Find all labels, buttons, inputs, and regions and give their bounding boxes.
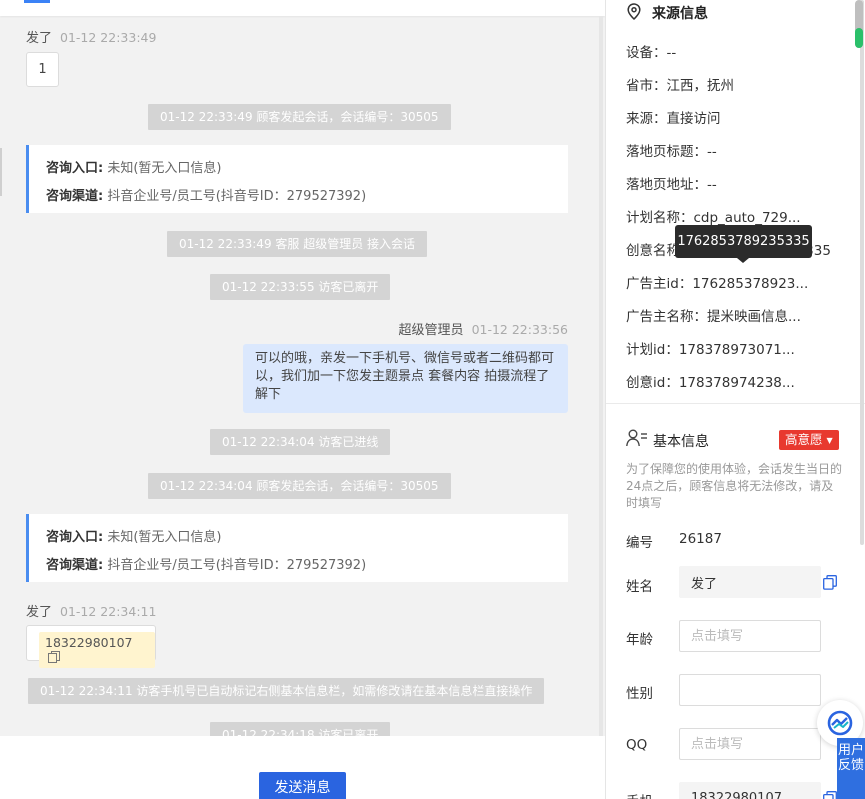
creative-name-tooltip: 1762853789235335 xyxy=(675,225,812,258)
chat-scrollbar[interactable] xyxy=(599,16,603,736)
age-field[interactable] xyxy=(679,620,821,652)
message-text: 1 xyxy=(38,62,47,77)
source-landing-title: 落地页标题：-- xyxy=(626,144,717,160)
message-sender: 超级管理员 01-12 22:33:56 xyxy=(399,319,568,338)
source-plan-id[interactable]: 计划id：178378973071... xyxy=(626,338,795,358)
consult-entry-value: 未知(暂无入口信息) xyxy=(107,161,222,176)
message-sender: 发了 01-12 22:33:49 xyxy=(26,27,156,46)
user-info-icon xyxy=(626,429,647,447)
message-text: 可以的哦，亲发一下手机号、微信号或者二维码都可以，我们加一下您发主题景点 套餐内… xyxy=(255,351,555,402)
section-divider xyxy=(606,403,865,404)
phone-label: 手机 xyxy=(626,790,653,799)
left-edge-marker xyxy=(0,148,2,196)
visitor-message-bubble: 1 xyxy=(26,52,59,87)
copy-icon[interactable] xyxy=(48,651,60,663)
phone-number-chip[interactable]: 18322980107 xyxy=(39,632,155,668)
phone-field[interactable] xyxy=(679,782,821,799)
source-info-title: 来源信息 xyxy=(652,6,708,22)
message-sender: 发了 01-12 22:34:11 xyxy=(26,601,156,620)
consult-channel-label: 咨询渠道: xyxy=(46,189,104,204)
qq-label: QQ xyxy=(626,737,648,753)
consult-entry-value: 未知(暂无入口信息) xyxy=(107,530,222,545)
chat-tab-bar xyxy=(0,0,605,16)
intent-level-badge[interactable]: 高意愿 ▼ xyxy=(779,430,839,450)
name-field[interactable] xyxy=(679,566,821,598)
message-time: 01-12 22:33:56 xyxy=(471,322,568,337)
consult-entry-label: 咨询入口: xyxy=(46,530,104,545)
system-message: 01-12 22:33:49 客服 超级管理员 接入会话 xyxy=(167,231,428,257)
agent-message-bubble: 可以的哦，亲发一下手机号、微信号或者二维码都可以，我们加一下您发主题景点 套餐内… xyxy=(243,344,568,413)
caret-down-icon: ▼ xyxy=(826,436,833,445)
system-message: 01-12 22:33:55 访客已离开 xyxy=(210,274,391,300)
gender-label: 性别 xyxy=(626,686,653,702)
id-label: 编号 xyxy=(626,535,653,551)
system-message: 01-12 22:34:18 访客已离开 xyxy=(210,722,391,736)
source-landing-url: 落地页地址：-- xyxy=(626,177,717,193)
system-message: 01-12 22:34:04 顾客发起会话，会话编号：30505 xyxy=(148,473,451,499)
source-origin: 来源：直接访问 xyxy=(626,111,721,127)
assistant-logo-icon xyxy=(827,710,853,736)
panel-scrollbar[interactable] xyxy=(860,0,864,545)
source-device: 设备：-- xyxy=(626,45,677,61)
send-message-button[interactable]: 发送消息 xyxy=(259,772,346,799)
consult-channel-label: 咨询渠道: xyxy=(46,558,104,573)
consult-channel-value: 抖音企业号/员工号(抖音号ID：279527392) xyxy=(107,558,367,573)
consult-info-card: 咨询入口: 未知(暂无入口信息) 咨询渠道: 抖音企业号/员工号(抖音号ID：2… xyxy=(26,145,568,213)
system-message: 01-12 22:34:04 访客已进线 xyxy=(210,429,391,455)
source-advertiser-id[interactable]: 广告主id：176285378923... xyxy=(626,272,808,292)
consult-info-card: 咨询入口: 未知(暂无入口信息) 咨询渠道: 抖音企业号/员工号(抖音号ID：2… xyxy=(26,514,568,582)
qq-field[interactable] xyxy=(679,728,821,760)
visitor-message-bubble: 18322980107 xyxy=(26,625,156,668)
copy-icon[interactable] xyxy=(823,791,837,799)
system-message: 01-12 22:34:11 访客手机号已自动标记右侧基本信息栏，如需修改请在基… xyxy=(28,678,545,704)
edit-notice: 为了保障您的使用体验，会话发生当日的24点之后，顾客信息将无法修改，请及时填写 xyxy=(626,462,843,510)
consult-channel-value: 抖音企业号/员工号(抖音号ID：279527392) xyxy=(107,189,367,204)
tooltip-arrow xyxy=(737,258,749,263)
intent-level-label: 高意愿 xyxy=(785,432,823,447)
source-advertiser-name[interactable]: 广告主名称：提米映画信息... xyxy=(626,305,801,325)
source-plan-name[interactable]: 计划名称：cdp_auto_729... xyxy=(626,206,801,226)
basic-info-title: 基本信息 xyxy=(653,434,709,450)
source-province-city: 省市：江西，抚州 xyxy=(626,78,734,94)
location-pin-icon xyxy=(627,3,641,20)
sender-name: 超级管理员 xyxy=(398,323,464,338)
visitor-info-panel: 来源信息 设备：-- 省市：江西，抚州 来源：直接访问 落地页标题：-- 落地页… xyxy=(606,0,865,799)
message-time: 01-12 22:34:11 xyxy=(60,604,157,619)
name-label: 姓名 xyxy=(626,579,653,595)
panel-scroll-indicator xyxy=(855,28,863,48)
copy-icon[interactable] xyxy=(823,575,837,590)
gender-field[interactable] xyxy=(679,674,821,706)
user-feedback-button[interactable]: 用户反馈 xyxy=(837,738,865,799)
age-label: 年龄 xyxy=(626,632,653,648)
active-tab-indicator xyxy=(24,0,50,3)
chat-history-pane[interactable]: 发了 01-12 22:33:49 1 01-12 22:33:49 顾客发起会话… xyxy=(0,0,605,736)
consult-entry-label: 咨询入口: xyxy=(46,161,104,176)
source-creative-id[interactable]: 创意id：178378974238... xyxy=(626,371,795,391)
sender-name: 发了 xyxy=(26,31,53,46)
message-time: 01-12 22:33:49 xyxy=(60,30,157,45)
sender-name: 发了 xyxy=(26,605,53,620)
system-message: 01-12 22:33:49 顾客发起会话，会话编号：30505 xyxy=(148,104,451,130)
id-value: 26187 xyxy=(679,531,722,547)
message-text: 18322980107 xyxy=(45,635,133,650)
